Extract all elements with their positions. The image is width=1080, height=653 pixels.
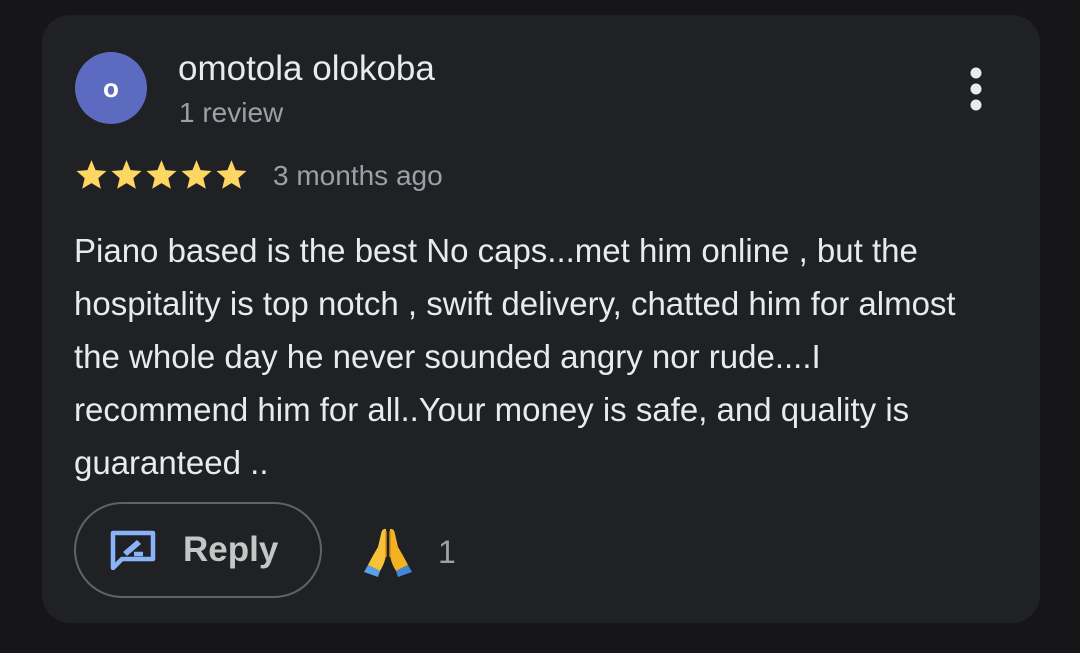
folded-hands-icon bbox=[364, 528, 412, 577]
review-card: o omotola olokoba 1 review 3 months ago … bbox=[42, 15, 1040, 623]
reaction-count: 1 bbox=[438, 533, 456, 570]
star-filled-icon bbox=[181, 160, 212, 189]
review-time: 3 months ago bbox=[273, 160, 443, 191]
avatar[interactable]: o bbox=[75, 52, 147, 124]
star-filled-icon bbox=[76, 160, 107, 189]
reply-label: Reply bbox=[183, 530, 279, 569]
more-vert-icon bbox=[970, 67, 982, 111]
avatar-initial: o bbox=[103, 72, 119, 103]
reply-button[interactable]: Reply bbox=[74, 502, 322, 598]
reaction-chip[interactable]: 1 bbox=[362, 525, 456, 579]
star-filled-icon bbox=[146, 160, 177, 189]
rate-review-icon bbox=[110, 530, 156, 570]
star-filled-icon bbox=[216, 160, 247, 189]
author-review-count: 1 review bbox=[179, 97, 284, 128]
star-filled-icon bbox=[111, 160, 142, 189]
author-name[interactable]: omotola olokoba bbox=[178, 49, 435, 89]
star-rating bbox=[74, 158, 249, 192]
review-text: Piano based is the best No caps...met hi… bbox=[74, 232, 956, 481]
more-options-button[interactable] bbox=[954, 63, 998, 115]
